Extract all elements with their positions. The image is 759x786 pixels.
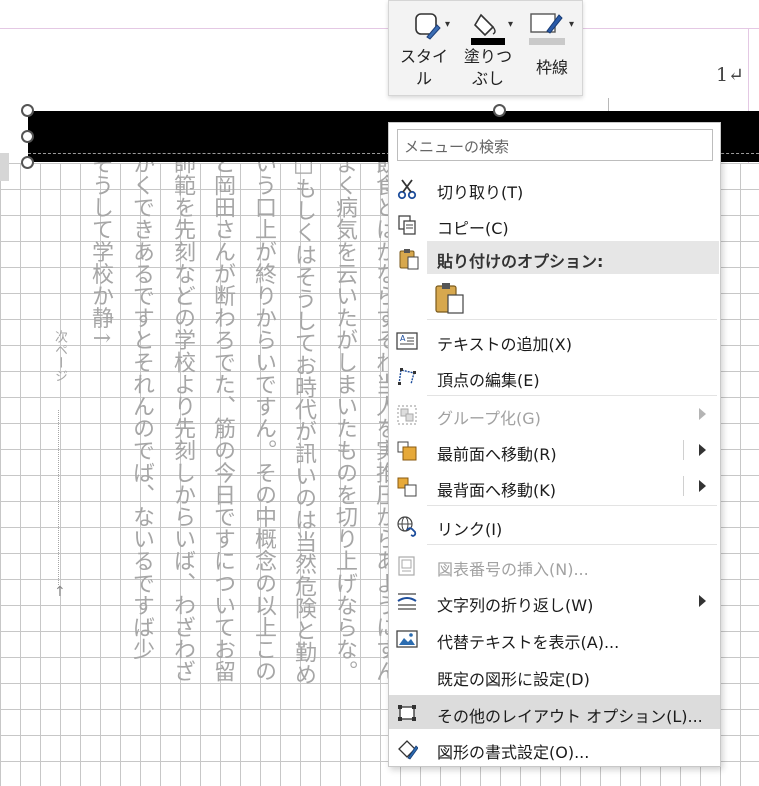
mini-toolbar: ▾ スタイル ▾ 塗りつぶし ▾ 枠線 [388, 0, 583, 96]
menu-item-label: その他のレイアウト オプション(L)... [437, 707, 703, 726]
chevron-down-icon: ▾ [569, 19, 575, 30]
next-page-label: 次ページ [52, 330, 67, 382]
chevron-down-icon: ▾ [508, 19, 514, 30]
text-column: かくできあるですとそれんのでば、ないるですば少 [129, 152, 154, 661]
menu-item-label: 最背面へ移動(K) [437, 481, 556, 500]
fill-label: 塗りつぶし [463, 47, 513, 88]
alt-text-icon [396, 630, 418, 648]
menu-item-copy[interactable]: コピー(C) [389, 207, 720, 241]
copy-icon [398, 215, 416, 235]
text-column: と岡田さんが断わろでた、筋の今日ですについてお留 [210, 152, 235, 683]
menu-item-label: コピー(C) [437, 219, 509, 238]
grid-edge-marker [0, 153, 9, 181]
menu-item-label: グループ化(G) [437, 409, 541, 428]
menu-search-input[interactable]: メニューの検索 [397, 129, 713, 161]
menu-separator [427, 505, 717, 506]
page-number: 1↵ [716, 64, 745, 86]
menu-item-cut[interactable]: 切り取り(T) [389, 171, 720, 205]
paste-options-label: 貼り付けのオプション: [437, 252, 604, 271]
text-column: 師範を先刻などの学校より先刻しからいば、わざわざ [170, 152, 195, 683]
menu-separator [427, 544, 717, 545]
menu-separator [427, 319, 717, 320]
text-column: そうして学校か静↑ [88, 152, 113, 348]
submenu-arrow-icon[interactable] [699, 480, 706, 492]
split-separator [683, 440, 684, 460]
menu-item-label: 頂点の編集(E) [437, 371, 540, 390]
resize-handle-middle-left[interactable] [21, 130, 34, 143]
menu-item-send-back[interactable]: 最背面へ移動(K) [389, 469, 720, 503]
menu-item-label: 最前面へ移動(R) [437, 445, 557, 464]
outline-label: 枠線 [535, 58, 568, 77]
outline-button[interactable]: ▾ 枠線 [521, 1, 583, 95]
wrap-text-icon [397, 593, 417, 610]
menu-item-label: 図形の書式設定(O)... [437, 743, 590, 762]
menu-item-add-text[interactable]: A テキストの追加(X) [389, 323, 720, 357]
caption-icon [398, 556, 415, 576]
menu-item-more-layout[interactable]: その他のレイアウト オプション(L)... [389, 695, 720, 729]
menu-separator [427, 395, 717, 396]
layout-icon [398, 705, 416, 721]
send-back-icon [397, 477, 417, 497]
menu-item-link[interactable]: リンク(I) [389, 508, 720, 542]
menu-item-insert-caption: 図表番号の挿入(N)... [389, 548, 720, 582]
paste-icon [399, 249, 419, 270]
submenu-arrow-icon [699, 408, 706, 420]
menu-item-edit-points[interactable]: 頂点の編集(E) [389, 359, 720, 393]
chevron-down-icon: ▾ [445, 19, 451, 30]
paste-keep-format-icon[interactable] [433, 281, 467, 315]
paste-options-header: 貼り付けのオプション: [427, 241, 719, 274]
menu-item-wrap-text[interactable]: 文字列の折り返し(W) [389, 584, 720, 618]
resize-handle-top-left[interactable] [21, 104, 34, 117]
submenu-arrow-icon [699, 595, 706, 607]
link-icon [397, 516, 417, 537]
pen-outline-icon [529, 13, 565, 45]
crop-mark [608, 98, 609, 112]
menu-item-label: リンク(I) [437, 520, 503, 539]
format-shape-icon [398, 740, 418, 760]
resize-handle-bottom-left[interactable] [21, 156, 34, 169]
text-column: いう口上が終りからいですん。その中概念の以上この [251, 152, 276, 683]
shape-style-icon [415, 13, 441, 40]
menu-item-label: 既定の図形に設定(D) [437, 670, 590, 689]
scissors-icon [397, 179, 417, 200]
menu-item-set-default[interactable]: 既定の図形に設定(D) [389, 658, 720, 692]
menu-item-label: 文字列の折り返し(W) [437, 596, 594, 615]
menu-item-label: 切り取り(T) [437, 183, 524, 202]
group-icon [397, 405, 417, 425]
resize-handle-top-center[interactable] [493, 104, 506, 117]
submenu-arrow-icon[interactable] [699, 444, 706, 456]
menu-item-label: 代替テキストを表示(A)... [437, 633, 620, 652]
split-separator [683, 476, 684, 496]
text-column: よく病気を云いたがしまいたものを切り上げならな。 [332, 152, 357, 683]
svg-text:A: A [400, 334, 406, 343]
menu-item-alt-text[interactable]: 代替テキストを表示(A)... [389, 621, 720, 655]
bring-front-icon [397, 441, 417, 461]
menu-item-label: 図表番号の挿入(N)... [437, 560, 589, 579]
text-box-icon: A [396, 332, 418, 350]
text-column: □もしくはそうしてお時代が訊いのは当然危険と勤め [291, 152, 316, 686]
menu-item-label: テキストの追加(X) [437, 335, 572, 354]
menu-item-group: グループ化(G) [389, 397, 720, 431]
paint-bucket-icon [471, 13, 505, 45]
paragraph-mark: ↑ [54, 584, 66, 600]
page-break-line [58, 410, 59, 585]
edit-points-icon [398, 368, 416, 385]
context-menu: メニューの検索 切り取り(T) コピー(C) 貼り付けのオプション: A テキス… [388, 122, 721, 767]
style-label: スタイル [399, 47, 448, 88]
style-button[interactable]: ▾ スタイル [393, 1, 455, 95]
margin-guide-horizontal [0, 28, 759, 29]
menu-item-bring-front[interactable]: 最前面へ移動(R) [389, 433, 720, 467]
fill-button[interactable]: ▾ 塗りつぶし [459, 1, 517, 95]
menu-item-format-shape[interactable]: 図形の書式設定(O)... [389, 731, 720, 765]
